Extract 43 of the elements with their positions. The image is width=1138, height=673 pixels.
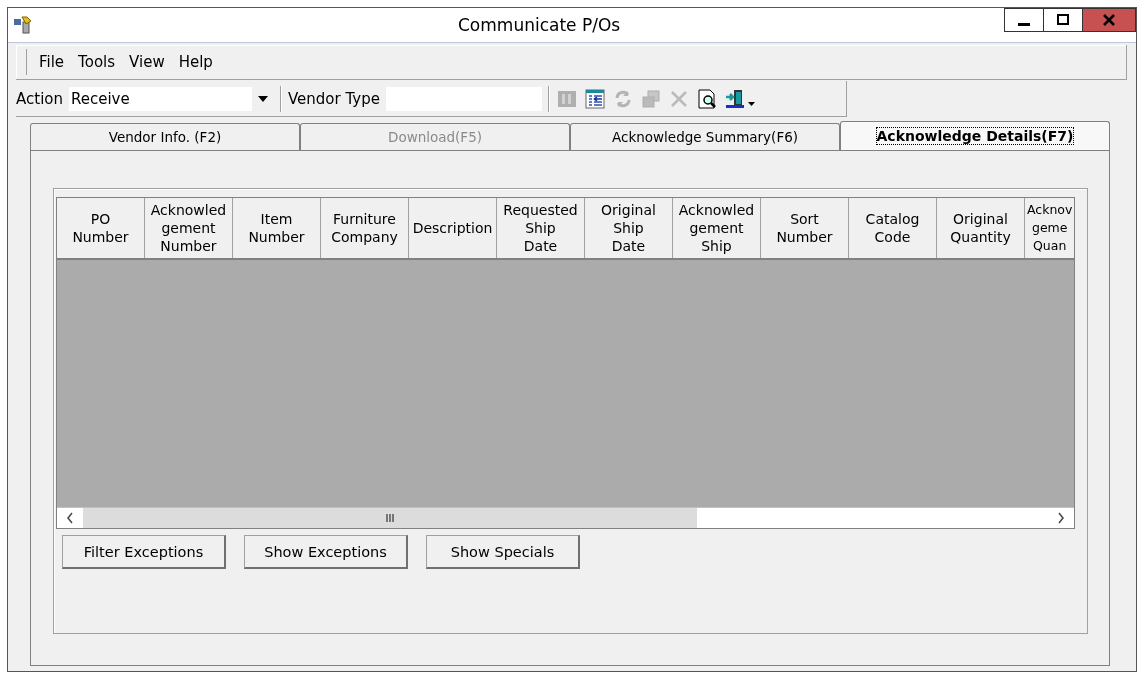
column-header[interactable]: Acknov geme Quan bbox=[1025, 198, 1074, 258]
dropdown-arrow-icon bbox=[258, 95, 268, 102]
action-button[interactable]: Filter Exceptions bbox=[62, 535, 226, 569]
tab[interactable]: Vendor Info. (F2) bbox=[30, 123, 300, 150]
dropdown-arrow-icon[interactable] bbox=[747, 102, 755, 106]
minimize-icon bbox=[1018, 22, 1030, 26]
close-icon bbox=[1102, 14, 1116, 26]
window-title: Communicate P/Os bbox=[458, 15, 621, 35]
action-button[interactable]: Show Exceptions bbox=[244, 535, 408, 569]
menu-item[interactable]: View bbox=[125, 53, 169, 71]
scroll-left-icon[interactable] bbox=[66, 512, 74, 524]
close-button[interactable] bbox=[1082, 8, 1136, 32]
vendor-type-label: Vendor Type bbox=[288, 89, 380, 108]
column-header[interactable]: Original Quantity bbox=[937, 198, 1025, 258]
action-dropdown[interactable]: Receive bbox=[69, 86, 274, 111]
menu-item[interactable]: Help bbox=[174, 53, 217, 71]
table-list-icon[interactable] bbox=[583, 87, 606, 110]
minimize-button[interactable] bbox=[1004, 8, 1044, 32]
column-header[interactable]: Item Number bbox=[233, 198, 321, 258]
menu-item[interactable]: File bbox=[35, 53, 69, 71]
tab[interactable]: Acknowledge Summary(F6) bbox=[570, 123, 840, 150]
document-magnifier-icon[interactable] bbox=[695, 87, 718, 110]
column-header[interactable]: Furniture Company bbox=[321, 198, 409, 258]
column-header[interactable]: Sort Number bbox=[761, 198, 849, 258]
column-header[interactable]: Acknowled gement Ship bbox=[673, 198, 761, 258]
action-button[interactable]: Show Specials bbox=[426, 535, 580, 569]
action-label: Action bbox=[16, 89, 63, 108]
maximize-button[interactable] bbox=[1043, 8, 1083, 32]
column-header[interactable]: Acknowled gement Number bbox=[145, 198, 233, 258]
column-header[interactable]: Catalog Code bbox=[849, 198, 937, 258]
column-header[interactable]: Description bbox=[409, 198, 497, 258]
column-header[interactable]: Requested Ship Date bbox=[497, 198, 585, 258]
grip-icon bbox=[385, 513, 395, 523]
scroll-right-icon[interactable] bbox=[1057, 512, 1065, 524]
tab[interactable]: Acknowledge Details(F7) bbox=[840, 121, 1110, 150]
column-header[interactable]: PO Number bbox=[57, 198, 145, 258]
column-header[interactable]: Original Ship Date bbox=[585, 198, 673, 258]
menu-item[interactable]: Tools bbox=[74, 53, 120, 71]
horizontal-scrollbar[interactable] bbox=[57, 507, 1074, 528]
maximize-icon bbox=[1056, 14, 1070, 26]
app-icon bbox=[14, 16, 32, 34]
data-grid[interactable]: PO Number Acknowled gement Number Item Number Furniture Company Description Requested Ship Date Original Ship Date Acknowled gement Ship Sort Number Catalog Code Original Quantity Acknov geme Quan bbox=[56, 197, 1075, 529]
door-arrow-icon[interactable] bbox=[723, 87, 746, 110]
